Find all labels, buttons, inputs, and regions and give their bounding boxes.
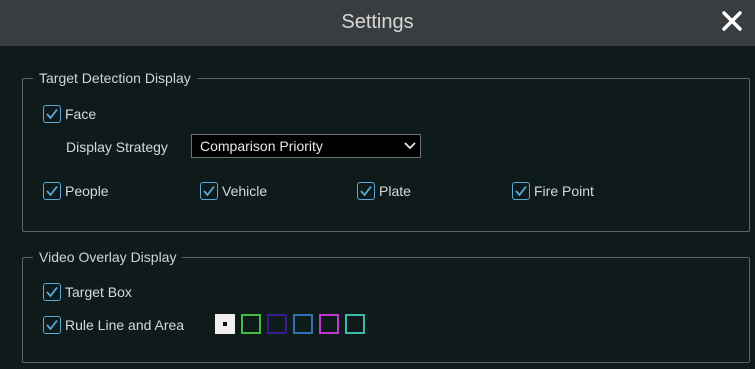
checkbox-box [357, 182, 375, 200]
dialog-content: Target Detection Display Face Display St… [0, 46, 755, 369]
vehicle-checkbox[interactable]: Vehicle [200, 182, 267, 200]
close-button[interactable] [717, 6, 747, 36]
color-swatch[interactable] [267, 314, 287, 334]
check-icon [46, 108, 58, 120]
checkbox-box [43, 283, 61, 301]
fire-point-label: Fire Point [534, 183, 594, 199]
display-strategy-value: Comparison Priority [200, 138, 323, 154]
color-swatch[interactable] [215, 314, 235, 334]
checkbox-box [512, 182, 530, 200]
checkbox-box [43, 182, 61, 200]
target-box-checkbox[interactable]: Target Box [43, 283, 132, 301]
check-icon [203, 185, 215, 197]
check-icon [46, 286, 58, 298]
rule-line-label: Rule Line and Area [65, 317, 185, 333]
rule-line-checkbox[interactable]: Rule Line and Area [43, 316, 184, 334]
plate-checkbox[interactable]: Plate [357, 182, 411, 200]
chevron-down-icon [400, 136, 420, 156]
plate-label: Plate [379, 183, 411, 199]
color-swatch[interactable] [319, 314, 339, 334]
people-label: People [65, 183, 109, 199]
checkbox-box [43, 105, 61, 123]
vehicle-label: Vehicle [222, 183, 268, 199]
checkbox-box [43, 316, 61, 334]
video-overlay-group: Video Overlay Display [22, 249, 750, 363]
target-box-label: Target Box [65, 284, 132, 300]
display-strategy-label: Display Strategy [66, 139, 168, 155]
face-label: Face [65, 106, 97, 122]
color-swatches [215, 314, 371, 334]
checkbox-box [200, 182, 218, 200]
display-strategy-select[interactable]: Comparison Priority [191, 134, 421, 158]
face-checkbox[interactable]: Face [43, 105, 96, 123]
fire-point-checkbox[interactable]: Fire Point [512, 182, 594, 200]
check-icon [360, 185, 372, 197]
people-checkbox[interactable]: People [43, 182, 109, 200]
target-detection-legend: Target Detection Display [39, 70, 191, 86]
color-swatch[interactable] [293, 314, 313, 334]
color-swatch[interactable] [241, 314, 261, 334]
video-overlay-legend: Video Overlay Display [39, 249, 177, 265]
dialog-title: Settings [341, 11, 414, 33]
check-icon [46, 319, 58, 331]
check-icon [46, 185, 58, 197]
close-icon [722, 11, 742, 31]
check-icon [515, 185, 527, 197]
color-swatch[interactable] [345, 314, 365, 334]
dialog-titlebar: Settings [0, 0, 755, 46]
